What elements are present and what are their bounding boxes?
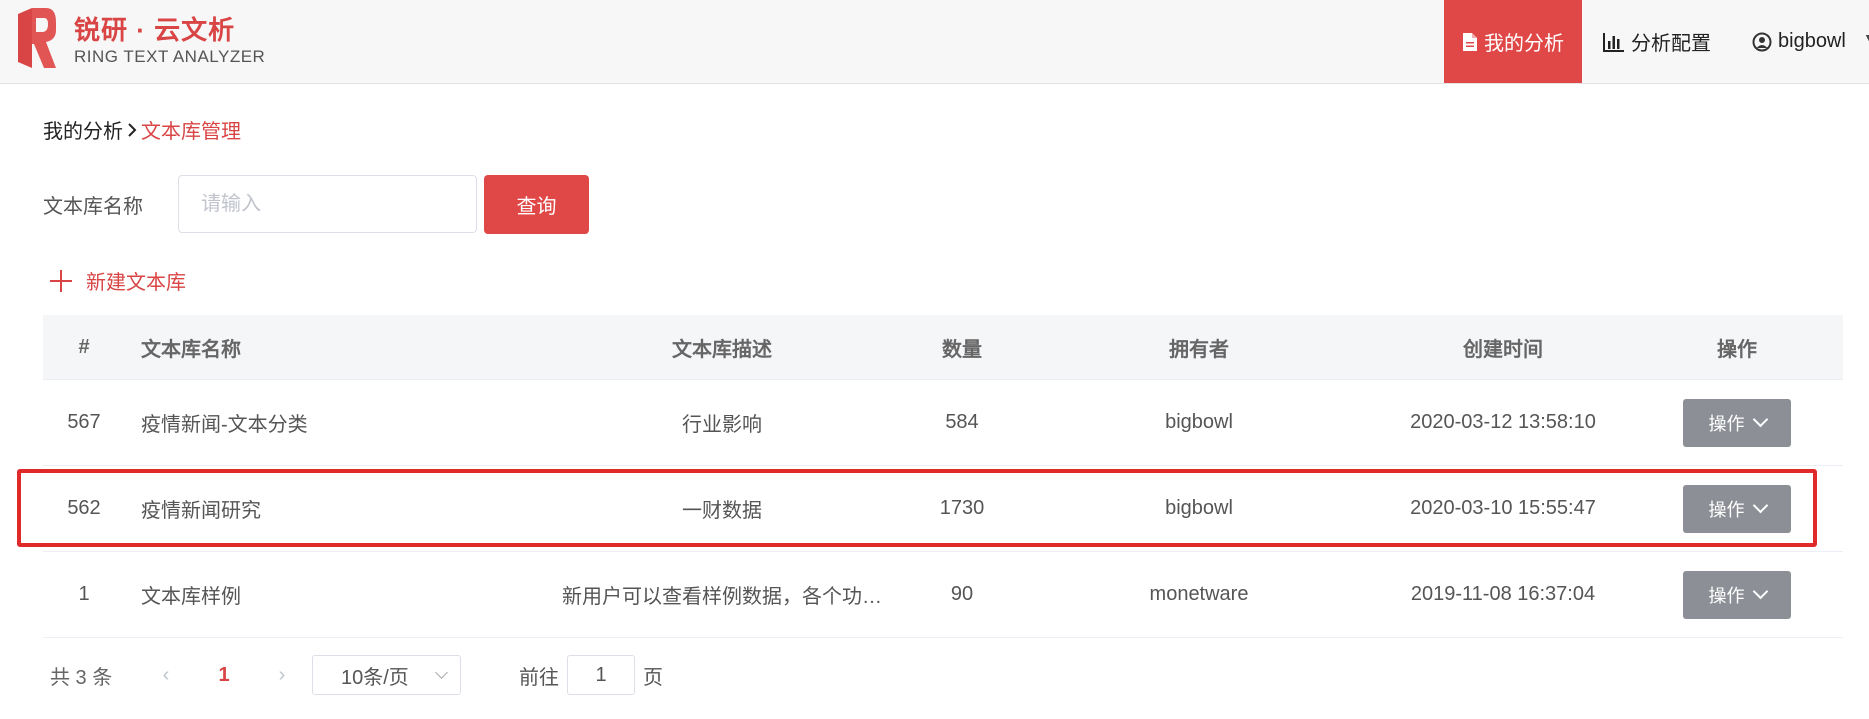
pagination-total: 共 3 条 <box>50 666 113 689</box>
nav-analysis-config-label: 分析配置 <box>1631 33 1711 55</box>
page-size-select[interactable]: 10条/页 <box>312 655 461 695</box>
new-library-button[interactable]: 新建文本库 <box>50 266 186 295</box>
cell-actions: 操作 <box>1631 484 1843 533</box>
logo-title-cn: 锐研 · 云文析 <box>74 15 236 45</box>
chevron-down-icon <box>1752 583 1768 600</box>
chevron-down-icon[interactable]: ▼ <box>1863 30 1869 46</box>
table-header: # 文本库名称 文本库描述 数量 拥有者 创建时间 操作 <box>43 315 1843 380</box>
cell-index: 562 <box>67 497 101 519</box>
nav-my-analysis-label: 我的分析 <box>1484 33 1564 55</box>
cell-count: 90 <box>950 583 974 605</box>
cell-name[interactable]: 疫情新闻研究 <box>125 494 543 523</box>
plus-icon <box>50 269 72 292</box>
cell-owner: monetware <box>1149 583 1249 605</box>
table-row: 1 文本库样例 新用户可以查看样例数据，各个功… 90 monetware 20… <box>43 552 1843 638</box>
col-header-name: 文本库名称 <box>141 338 241 361</box>
cell-created: 2019-11-08 16:37:04 <box>1410 583 1596 605</box>
table-row: 562 疫情新闻研究 一财数据 1730 bigbowl 2020-03-10 … <box>43 466 1843 552</box>
logo-title-en: RING TEXT ANALYZER <box>74 47 266 66</box>
cell-actions: 操作 <box>1631 398 1843 447</box>
row-actions-button[interactable]: 操作 <box>1683 398 1791 447</box>
page-size-value: 10条/页 <box>341 666 409 689</box>
nav-analysis-config[interactable]: 分析配置 <box>1603 0 1711 83</box>
row-actions-label: 操作 <box>1708 413 1745 434</box>
library-table: # 文本库名称 文本库描述 数量 拥有者 创建时间 操作 567 疫情新闻-文本… <box>43 315 1843 638</box>
col-header-index: # <box>78 335 90 358</box>
row-actions-label: 操作 <box>1708 499 1745 520</box>
col-header-created: 创建时间 <box>1463 338 1543 361</box>
col-header-owner: 拥有者 <box>1169 338 1229 361</box>
cell-desc: 一财数据 <box>682 500 762 522</box>
cell-created: 2020-03-10 15:55:47 <box>1410 497 1596 519</box>
cell-count: 584 <box>945 411 979 433</box>
row-actions-button[interactable]: 操作 <box>1683 570 1791 619</box>
chevron-down-icon <box>435 666 448 679</box>
goto-page-input[interactable] <box>567 655 635 695</box>
cell-actions: 操作 <box>1631 570 1843 619</box>
search-button[interactable]: 查询 <box>484 175 589 234</box>
bar-chart-icon <box>1603 32 1624 52</box>
prev-page-button[interactable]: ‹ <box>146 664 186 687</box>
document-icon <box>1463 32 1477 51</box>
cell-desc: 新用户可以查看样例数据，各个功… <box>562 586 882 608</box>
cell-created: 2020-03-12 13:58:10 <box>1410 411 1596 433</box>
goto-unit: 页 <box>643 666 663 689</box>
logo-icon <box>18 8 56 68</box>
search-input[interactable] <box>178 175 477 233</box>
cell-index: 567 <box>67 411 101 433</box>
chevron-down-icon <box>1752 411 1768 428</box>
breadcrumb-current: 文本库管理 <box>141 121 241 143</box>
pagination: 共 3 条 ‹ 1 › 10条/页 前往 页 <box>50 655 663 695</box>
nav-username: bigbowl <box>1778 30 1846 52</box>
col-header-actions: 操作 <box>1717 338 1757 361</box>
top-header: 锐研 · 云文析 RING TEXT ANALYZER 我的分析 分析配置 bi… <box>0 0 1869 84</box>
cell-count: 1730 <box>939 497 985 519</box>
nav-user-menu[interactable]: bigbowl <box>1752 0 1846 83</box>
col-header-desc: 文本库描述 <box>672 338 772 361</box>
row-actions-button[interactable]: 操作 <box>1683 484 1791 533</box>
chevron-right-icon <box>128 122 137 137</box>
user-avatar-icon <box>1752 32 1772 51</box>
cell-owner: bigbowl <box>1165 497 1233 519</box>
table-row: 567 疫情新闻-文本分类 行业影响 584 bigbowl 2020-03-1… <box>43 380 1843 466</box>
search-label: 文本库名称 <box>43 196 143 218</box>
breadcrumb: 我的分析 文本库管理 <box>43 115 241 144</box>
cell-index: 1 <box>78 583 90 605</box>
row-actions-label: 操作 <box>1708 585 1745 606</box>
cell-owner: bigbowl <box>1165 411 1233 433</box>
col-header-count: 数量 <box>942 338 982 361</box>
chevron-down-icon <box>1752 497 1768 514</box>
nav-my-analysis[interactable]: 我的分析 <box>1444 0 1582 83</box>
cell-name[interactable]: 文本库样例 <box>125 580 543 609</box>
cell-name[interactable]: 疫情新闻-文本分类 <box>125 408 543 437</box>
breadcrumb-home[interactable]: 我的分析 <box>43 115 123 144</box>
new-library-label: 新建文本库 <box>86 272 186 294</box>
next-page-button[interactable]: › <box>262 664 302 687</box>
page-number-current[interactable]: 1 <box>186 664 262 687</box>
goto-label: 前往 <box>519 666 559 689</box>
cell-desc: 行业影响 <box>682 414 762 436</box>
